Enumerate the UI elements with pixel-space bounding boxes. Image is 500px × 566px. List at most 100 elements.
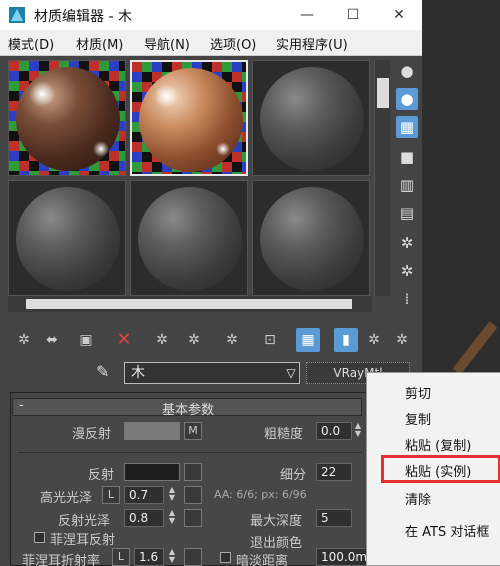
subdivs-label: 细分 (280, 468, 307, 483)
roughness-label: 粗糙度 (264, 427, 304, 442)
sample-slot-3[interactable] (252, 60, 370, 176)
menu-navigation[interactable]: 导航(N) (144, 34, 190, 53)
go-to-parent-icon[interactable]: ✲ (362, 328, 386, 352)
dim-distance-field[interactable]: 100.0mm (316, 548, 379, 566)
max-depth-label: 最大深度 (250, 514, 303, 529)
select-by-material-icon[interactable]: ✲ (396, 260, 418, 282)
hilight-gloss-label: 高光光泽 (40, 491, 93, 506)
menu-item-cut[interactable]: 剪切 (405, 383, 431, 402)
sample-slot-5[interactable] (130, 180, 248, 296)
menu-mode[interactable]: 模式(D) (8, 34, 54, 53)
default-sphere-preview (138, 187, 242, 291)
menu-material[interactable]: 材质(M) (76, 34, 123, 53)
menu-item-clear[interactable]: 清除 (405, 489, 431, 508)
reset-map-icon[interactable]: ✕ (112, 328, 136, 352)
menu-item-copy[interactable]: 复制 (405, 409, 431, 428)
roughness-spinner[interactable]: ▲ ▼ (352, 422, 364, 440)
title-bar: 材质编辑器 - 木 — ☐ ✕ (0, 0, 422, 30)
sample-slot-2-selected[interactable] (130, 60, 248, 176)
menu-utilities[interactable]: 实用程序(U) (276, 34, 348, 53)
close-button[interactable]: ✕ (376, 0, 422, 30)
reflect-gloss-label: 反射光泽 (58, 514, 111, 529)
hilight-lock-button[interactable]: L (102, 486, 120, 504)
slots-horizontal-scrollbar[interactable] (8, 296, 372, 312)
eyedropper-icon[interactable]: ✎ (96, 362, 116, 384)
fresnel-label: 菲涅耳反射 (50, 533, 116, 548)
menu-item-paste-copy[interactable]: 粘贴 (复制) (405, 435, 471, 454)
window-title: 材质编辑器 - 木 (34, 9, 132, 25)
dim-distance-checkbox[interactable] (220, 552, 231, 563)
material-map-navigator-icon[interactable]: ⁞ (396, 288, 418, 310)
specular-highlight (93, 141, 109, 157)
reflect-map-button[interactable] (184, 463, 202, 481)
fresnel-ior-map-button[interactable] (184, 548, 202, 566)
material-toolbar: ✲ ⬌ ▣ ✕ ✲ ✲ ✲ ⊡ ▦ ▮ ✲ ✲ (8, 326, 422, 354)
make-unique-icon[interactable]: ✲ (182, 328, 206, 352)
make-preview-icon[interactable]: ▤ (396, 202, 418, 224)
background-checker-icon[interactable]: ▦ (396, 116, 418, 138)
video-color-check-icon[interactable]: ▥ (396, 174, 418, 196)
fresnel-checkbox[interactable] (34, 532, 45, 543)
wood-sphere-preview (139, 68, 243, 172)
app-icon (9, 7, 25, 23)
specular-highlight (154, 84, 178, 108)
sample-uv-tiling-icon[interactable]: ■ (396, 146, 418, 168)
show-end-result-icon[interactable]: ▮ (334, 328, 358, 352)
make-material-copy-icon[interactable]: ✲ (150, 328, 174, 352)
sample-slot-6[interactable] (252, 180, 370, 296)
fresnel-ior-label: 菲涅耳折射率 (22, 554, 101, 566)
slots-vertical-scrollbar[interactable] (374, 60, 390, 296)
default-sphere-preview (16, 187, 120, 291)
sample-type-icon[interactable]: ● (396, 60, 418, 82)
put-to-library-icon[interactable]: ✲ (220, 328, 244, 352)
put-to-scene-icon[interactable]: ⬌ (40, 328, 64, 352)
material-name-row: ✎ 木 ▽ VRayMtl (0, 360, 422, 386)
subdivs-field[interactable]: 22 (316, 463, 352, 481)
chevron-down-icon[interactable]: ▽ (282, 362, 300, 384)
maximize-button[interactable]: ☐ (330, 0, 376, 30)
menu-bar: 模式(D) 材质(M) 导航(N) 选项(O) 实用程序(U) (0, 30, 422, 56)
context-menu: 剪切 复制 粘贴 (复制) 粘贴 (实例) 清除 在 ATS 对话框 (366, 372, 500, 566)
fresnel-ior-spinner[interactable]: ▲ ▼ (166, 548, 178, 566)
reflect-gloss-map-button[interactable] (184, 509, 202, 527)
scrollbar-thumb[interactable] (26, 299, 352, 309)
material-name-input[interactable]: 木 (124, 362, 300, 384)
backlight-icon[interactable]: ● (396, 88, 418, 110)
default-sphere-preview (260, 187, 364, 291)
reflect-gloss-field[interactable]: 0.8 (124, 509, 164, 527)
options-icon[interactable]: ✲ (396, 232, 418, 254)
menu-item-paste-instance[interactable]: 粘贴 (实例) (405, 461, 471, 480)
sample-slot-1[interactable] (8, 60, 126, 176)
diffuse-color-swatch[interactable] (124, 422, 180, 440)
assign-to-selection-icon[interactable]: ▣ (74, 328, 98, 352)
specular-highlight (216, 142, 230, 156)
menu-item-ats[interactable]: 在 ATS 对话框 (405, 521, 489, 540)
hilight-gloss-field[interactable]: 0.7 (124, 486, 164, 504)
aa-info-text: AA: 6/6; px: 6/96 (214, 488, 307, 501)
fresnel-lock-button[interactable]: L (112, 548, 130, 566)
reflect-gloss-spinner[interactable]: ▲ ▼ (166, 509, 178, 527)
reflect-color-swatch[interactable] (124, 463, 180, 481)
sample-slot-4[interactable] (8, 180, 126, 296)
menu-options[interactable]: 选项(O) (210, 34, 256, 53)
hilight-gloss-spinner[interactable]: ▲ ▼ (166, 486, 178, 504)
scrollbar-thumb[interactable] (377, 78, 389, 108)
max-depth-field[interactable]: 5 (316, 509, 352, 527)
material-id-channel-icon[interactable]: ⊡ (258, 328, 282, 352)
rollout-header[interactable]: - 基本参数 (12, 398, 362, 418)
go-forward-to-sibling-icon[interactable]: ✲ (390, 328, 414, 352)
exit-color-label: 退出颜色 (250, 536, 303, 551)
default-sphere-preview (260, 67, 364, 171)
get-material-icon[interactable]: ✲ (12, 328, 36, 352)
hilight-map-button[interactable] (184, 486, 202, 504)
roughness-field[interactable]: 0.0 (316, 422, 352, 440)
diffuse-map-button[interactable]: M (184, 422, 202, 440)
fresnel-ior-field[interactable]: 1.6 (134, 548, 164, 566)
divider (18, 452, 362, 453)
reflect-label: 反射 (88, 468, 115, 483)
show-shaded-material-icon[interactable]: ▦ (296, 328, 320, 352)
specular-highlight (29, 81, 55, 107)
sample-slots (8, 60, 372, 296)
material-editor-window: 材质编辑器 - 木 — ☐ ✕ 模式(D) 材质(M) 导航(N) 选项(O) … (0, 0, 422, 566)
minimize-button[interactable]: — (284, 0, 330, 30)
